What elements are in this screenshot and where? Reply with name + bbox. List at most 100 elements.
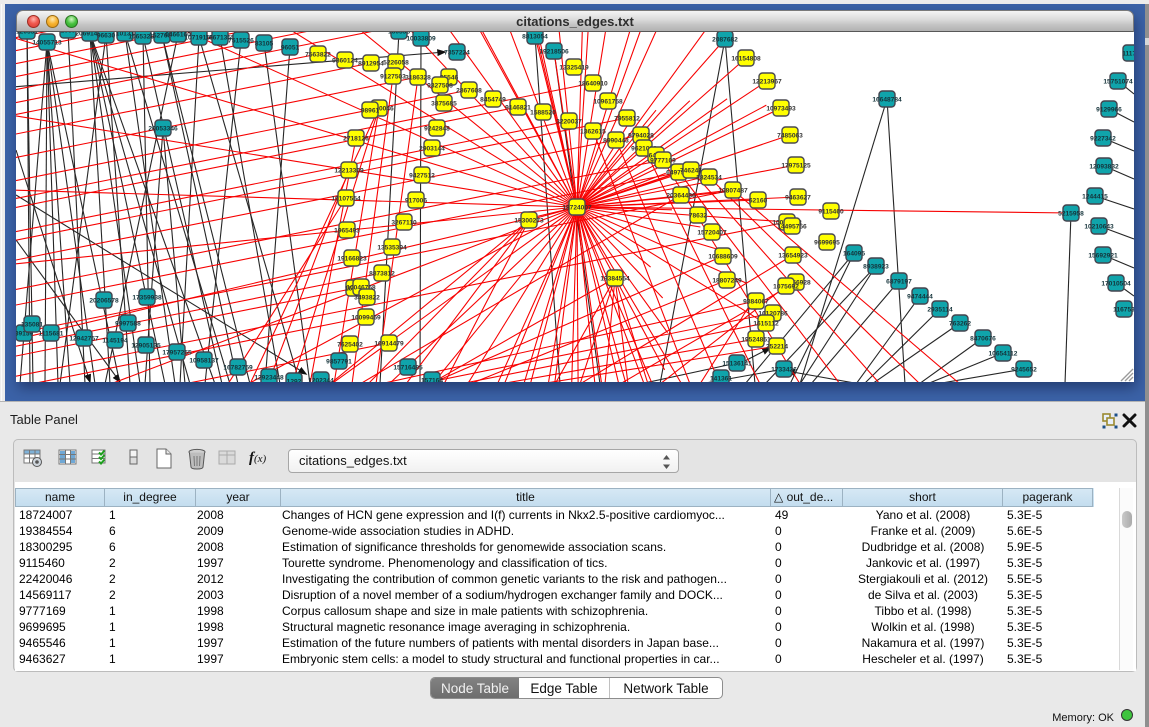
svg-text:10807487: 10807487 (718, 188, 748, 195)
svg-text:12213967: 12213967 (752, 79, 782, 86)
svg-text:10033809: 10033809 (406, 36, 436, 43)
svg-text:18807249: 18807249 (712, 278, 742, 285)
svg-text:1615112: 1615112 (753, 321, 779, 328)
svg-text:16099469: 16099469 (351, 315, 381, 322)
svg-text:3267110: 3267110 (391, 220, 417, 227)
svg-text:62160: 62160 (749, 198, 768, 205)
svg-text:9146821: 9146821 (505, 105, 531, 112)
svg-text:164095: 164095 (843, 251, 865, 258)
svg-text:9777109: 9777109 (650, 158, 676, 165)
svg-text:3875685: 3875685 (431, 101, 457, 108)
svg-text:2069: 2069 (61, 32, 76, 35)
svg-text:1145194: 1145194 (102, 338, 128, 345)
svg-text:19384554: 19384554 (600, 276, 630, 283)
svg-text:15716485: 15716485 (393, 365, 423, 372)
svg-text:10688609: 10688609 (708, 254, 738, 261)
svg-text:8912954: 8912954 (358, 61, 384, 68)
svg-text:20364436: 20364436 (666, 193, 696, 200)
svg-text:8813054: 8813054 (522, 34, 548, 41)
svg-text:252214: 252214 (766, 344, 788, 351)
svg-text:9794028: 9794028 (628, 133, 654, 140)
svg-text:917006: 917006 (405, 198, 427, 205)
svg-text:19218506: 19218506 (539, 49, 569, 56)
svg-text:1965493: 1965493 (334, 228, 360, 235)
svg-text:15136141: 15136141 (722, 361, 752, 368)
svg-text:1244415: 1244415 (1082, 194, 1108, 201)
svg-text:12923448: 12923448 (254, 375, 284, 382)
svg-text:16648784: 16648784 (872, 97, 902, 104)
svg-text:15300273: 15300273 (514, 218, 544, 225)
svg-text:8470676: 8470676 (970, 336, 996, 343)
svg-text:746246: 746246 (680, 168, 702, 175)
svg-text:2903144: 2903144 (419, 146, 445, 153)
svg-text:8990443: 8990443 (603, 138, 629, 145)
svg-text:10210643: 10210643 (1084, 224, 1114, 231)
svg-text:1362615: 1362615 (580, 129, 606, 136)
svg-text:8873812: 8873812 (369, 271, 395, 278)
svg-text:3824534: 3824534 (696, 175, 722, 182)
svg-text:6879197: 6879197 (886, 279, 912, 286)
svg-text:15751074: 15751074 (1103, 79, 1133, 86)
svg-text:9245652: 9245652 (1011, 367, 1037, 374)
svg-text:83105: 83105 (255, 41, 274, 48)
svg-text:8938923: 8938923 (863, 264, 889, 271)
svg-text:9699695: 9699695 (814, 240, 840, 247)
svg-text:12905135: 12905135 (131, 343, 161, 350)
svg-text:19524851: 19524851 (741, 337, 771, 344)
svg-text:1075692: 1075692 (773, 284, 799, 291)
svg-text:8454749: 8454749 (480, 97, 506, 104)
svg-text:13654923: 13654923 (778, 253, 808, 260)
svg-text:14495756: 14495756 (777, 224, 807, 231)
svg-text:7357224: 7357224 (444, 50, 470, 57)
svg-text:1292: 1292 (287, 379, 302, 383)
svg-text:20206578: 20206578 (89, 298, 119, 305)
svg-text:135081: 135081 (21, 322, 43, 329)
svg-text:2867608: 2867608 (456, 88, 482, 95)
svg-text:10654112: 10654112 (989, 351, 1018, 358)
svg-text:17010504: 17010504 (1101, 281, 1131, 288)
svg-text:12213369: 12213369 (334, 168, 364, 175)
svg-text:16914479: 16914479 (374, 341, 404, 348)
svg-text:17359938: 17359938 (132, 295, 162, 302)
svg-text:9115460: 9115460 (818, 209, 844, 216)
svg-text:16107554: 16107554 (331, 196, 361, 203)
svg-text:15692921: 15692921 (1088, 253, 1118, 260)
svg-text:5215958: 5215958 (1058, 211, 1084, 218)
svg-text:96051: 96051 (281, 45, 300, 52)
svg-text:10958137: 10958137 (189, 358, 219, 365)
svg-text:9427512: 9427512 (409, 173, 435, 180)
svg-text:18724007: 18724007 (562, 205, 592, 212)
svg-text:9242848: 9242848 (424, 126, 450, 133)
svg-text:9857791: 9857791 (326, 359, 352, 366)
svg-text:9997588: 9997588 (115, 321, 141, 328)
svg-text:12093832: 12093832 (1089, 164, 1119, 171)
svg-text:78632: 78632 (689, 213, 708, 220)
svg-text:7955812: 7955812 (614, 116, 640, 123)
svg-text:15720407: 15720407 (697, 230, 727, 237)
svg-text:20053346: 20053346 (148, 126, 178, 133)
svg-text:9327508: 9327508 (427, 83, 453, 90)
svg-text:10961758: 10961758 (593, 99, 623, 106)
svg-text:3220037: 3220037 (556, 119, 582, 126)
svg-text:9129966: 9129966 (1096, 107, 1122, 114)
svg-text:116753: 116753 (1113, 307, 1134, 314)
svg-text:7485063: 7485063 (777, 133, 803, 140)
svg-text:763262: 763262 (949, 321, 971, 328)
svg-text:141361: 141361 (710, 376, 732, 383)
svg-text:96630: 96630 (97, 33, 116, 40)
svg-text:5226058: 5226058 (383, 60, 409, 67)
svg-text:9463627: 9463627 (785, 195, 811, 202)
svg-text:157164: 157164 (421, 378, 443, 383)
svg-text:16782759: 16782759 (223, 365, 253, 372)
svg-text:9384067: 9384067 (743, 299, 769, 306)
svg-text:9860124: 9860124 (332, 58, 358, 65)
svg-text:2935114: 2935114 (927, 307, 953, 314)
svg-text:9227342: 9227342 (1090, 136, 1116, 143)
svg-text:2087682: 2087682 (712, 37, 738, 44)
svg-text:19166823: 19166823 (337, 256, 367, 263)
svg-text:13325419: 13325419 (559, 65, 589, 72)
svg-text:1115681: 1115681 (39, 331, 64, 338)
svg-text:1733426: 1733426 (771, 367, 797, 374)
svg-text:17957255: 17957255 (162, 350, 192, 357)
svg-text:120551: 120551 (16, 32, 38, 36)
